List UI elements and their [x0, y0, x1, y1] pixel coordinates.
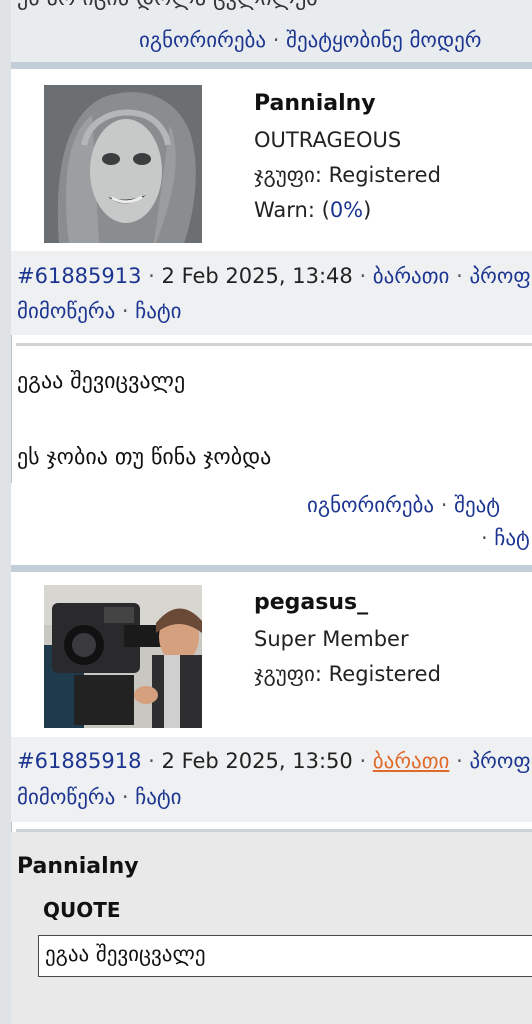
post-header: Pannialny OUTRAGEOUS ჯგუფი: Registered W… [11, 69, 532, 251]
warn-value-link[interactable]: 0% [330, 198, 363, 222]
profile-link[interactable]: პროფ [469, 264, 530, 288]
post-meta-line-2: მიმოწერა · ჩატი [17, 785, 182, 809]
chat-link[interactable]: ჩატი [135, 785, 181, 809]
quote-author: Pannialny [17, 854, 139, 879]
post-body-line: ეს ჯობია თუ წინა ჯობდა [17, 445, 272, 470]
quote-text: ეგაა შევიცვალე [45, 942, 206, 966]
post-header: pegasus_ Super Member ჯგუფი: Registered [11, 572, 532, 737]
post-meta: #61885913 · 2 Feb 2025, 13:48 · ბარათი ·… [11, 251, 532, 335]
member-rank: OUTRAGEOUS [254, 128, 402, 152]
ignore-link[interactable]: იგნორირება [307, 493, 434, 517]
avatar-image-pannialny [44, 85, 202, 243]
post-id-link[interactable]: #61885918 [17, 749, 141, 773]
avatar[interactable] [44, 85, 202, 243]
cut-off-text: ეს არ იცის დოლა ცვლილებ [17, 0, 318, 11]
post-meta-line-1: #61885913 · 2 Feb 2025, 13:48 · ბარათი ·… [17, 264, 531, 288]
card-link[interactable]: ბარათი [373, 749, 450, 773]
post-separator [11, 62, 532, 69]
ignore-link[interactable]: იგნორირება [139, 28, 266, 52]
member-rank: Super Member [254, 627, 409, 651]
report-moderator-link[interactable]: შეატყობინე მოდერ [286, 28, 481, 52]
post-separator [11, 565, 532, 572]
chat-link[interactable]: ჩატ [494, 526, 529, 550]
post-meta-line-1: #61885918 · 2 Feb 2025, 13:50 · ბარათი ·… [17, 749, 531, 773]
avatar-image-pegasus [44, 585, 202, 728]
post-body-line: ეგაა შევიცვალე [17, 369, 186, 394]
post-datetime: 2 Feb 2025, 13:48 [161, 264, 353, 288]
avatar[interactable] [44, 585, 202, 728]
profile-link[interactable]: პროფ [469, 749, 530, 773]
post-meta-line-2: მიმოწერა · ჩატი [17, 299, 182, 323]
chat-link[interactable]: ჩატი [135, 299, 181, 323]
divider [16, 343, 532, 346]
quote-label: QUOTE [43, 898, 121, 922]
post-actions-line-2: · ჩატ [481, 526, 530, 550]
forum-page: ეს არ იცის დოლა ცვლილებ იგნორირება · შეა… [0, 0, 532, 1024]
previous-post-actions: იგნორირება · შეატყობინე მოდერ [139, 28, 482, 52]
previous-post-footer: ეს არ იცის დოლა ცვლილებ იგნორირება · შეა… [11, 0, 532, 62]
card-link[interactable]: ბარათი [373, 264, 450, 288]
private-message-link[interactable]: მიმოწერა [17, 785, 115, 809]
warn-level: Warn: (0%) [254, 198, 371, 222]
username[interactable]: pegasus_ [254, 590, 368, 615]
post-meta: #61885918 · 2 Feb 2025, 13:50 · ბარათი ·… [11, 737, 532, 822]
member-group: ჯგუფი: Registered [254, 662, 441, 686]
report-link[interactable]: შეატ [454, 493, 500, 517]
private-message-link[interactable]: მიმოწერა [17, 299, 115, 323]
quote-box: ეგაა შევიცვალე [38, 935, 532, 977]
post-actions: იგნორირება · შეატ · ჩატ [11, 483, 532, 565]
username[interactable]: Pannialny [254, 91, 376, 116]
member-group: ჯგუფი: Registered [254, 163, 441, 187]
post-actions-line-1: იგნორირება · შეატ [307, 493, 501, 517]
post-id-link[interactable]: #61885913 [17, 264, 141, 288]
warn-prefix: Warn: ( [254, 198, 330, 222]
post-datetime: 2 Feb 2025, 13:50 [161, 749, 353, 773]
warn-suffix: ) [363, 198, 372, 222]
